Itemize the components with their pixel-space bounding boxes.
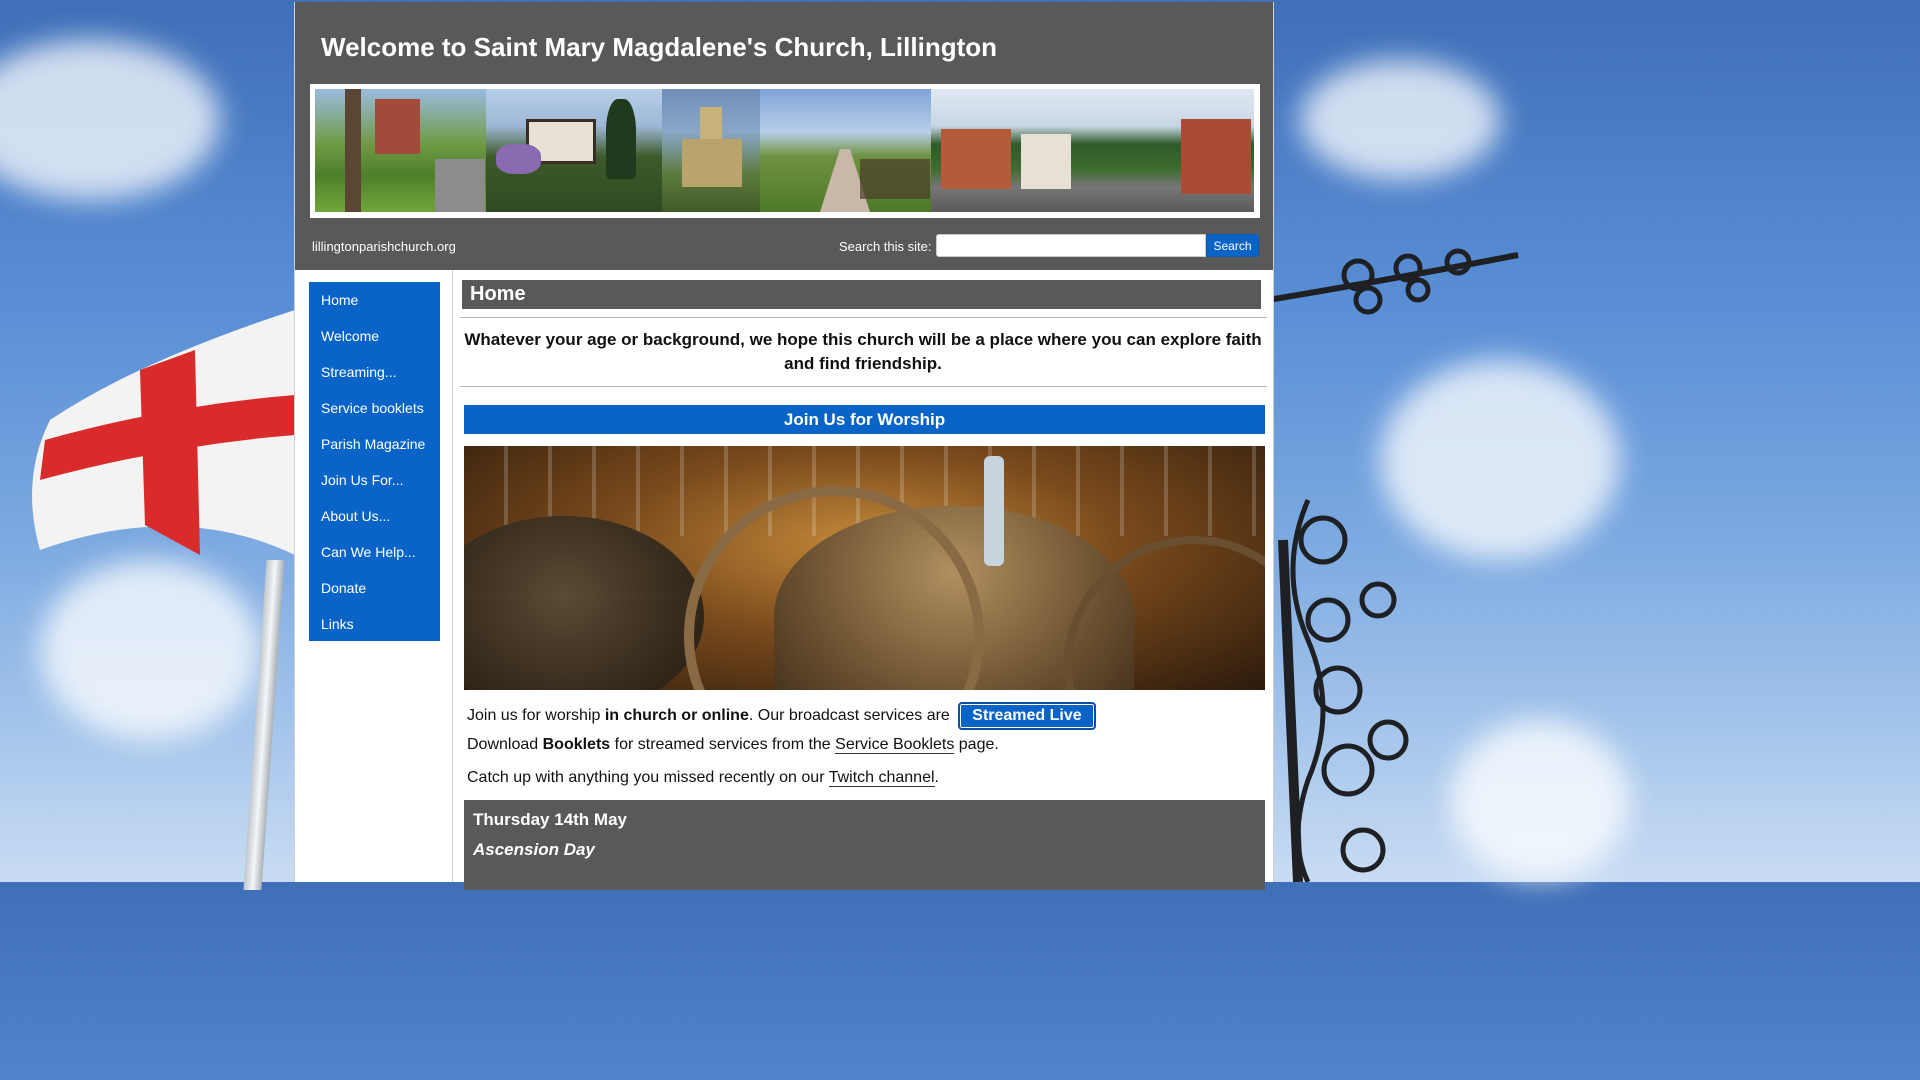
booklets-text-a: Download: [467, 736, 543, 753]
search-button[interactable]: Search: [1206, 234, 1259, 257]
twitch-paragraph: Catch up with anything you missed recent…: [467, 764, 1269, 792]
wrought-iron-decoration: [1268, 248, 1519, 882]
sidebar-item-links[interactable]: Links: [309, 606, 440, 642]
booklets-text-bold: Booklets: [542, 736, 611, 753]
site-header: Welcome to Saint Mary Magdalene's Church…: [295, 2, 1273, 270]
sidebar-item-service-booklets[interactable]: Service booklets: [309, 390, 440, 426]
sidebar-item-join-us-for[interactable]: Join Us For...: [309, 462, 440, 498]
event-card: Thursday 14th May Ascension Day: [464, 800, 1265, 890]
sidebar-nav: Home Welcome Streaming... Service bookle…: [309, 282, 440, 641]
event-date: Thursday 14th May: [473, 810, 627, 829]
st-george-flag-image: [32, 310, 295, 555]
booklets-text-d: page.: [954, 736, 999, 753]
search-label: Search this site:: [839, 239, 932, 254]
event-name: Ascension Day: [473, 840, 595, 859]
twitch-text-d: .: [934, 769, 939, 786]
banner-photo-cottage: [486, 89, 662, 212]
sidebar-item-welcome[interactable]: Welcome: [309, 318, 440, 354]
worship-text-c: . Our broadcast services are: [748, 707, 955, 724]
flagpole: [243, 560, 285, 890]
church-bells-image: [464, 446, 1265, 690]
intro-text: Whatever your age or background, we hope…: [464, 330, 1262, 373]
page-title: Home: [462, 280, 1261, 309]
banner-photo-park: [315, 89, 486, 212]
booklets-text-c: for streamed services from the: [610, 736, 836, 753]
twitch-text-a: Catch up with anything you missed recent…: [467, 769, 829, 786]
sidebar-item-home[interactable]: Home: [309, 282, 440, 318]
cloud: [40, 560, 260, 740]
worship-paragraph: Join us for worship in church or online.…: [467, 702, 1269, 730]
site-domain: lillingtonparishchurch.org: [312, 239, 456, 254]
banner-photo-church: [662, 89, 760, 212]
twitch-channel-link[interactable]: Twitch channel: [828, 769, 935, 787]
join-worship-heading: Join Us for Worship: [464, 405, 1265, 434]
streamed-live-button[interactable]: Streamed Live: [958, 702, 1096, 730]
booklets-paragraph: Download Booklets for streamed services …: [467, 731, 1269, 759]
divider: [460, 386, 1267, 387]
page-container: Welcome to Saint Mary Magdalene's Church…: [294, 2, 1274, 890]
sidebar-item-about-us[interactable]: About Us...: [309, 498, 440, 534]
sidebar-item-donate[interactable]: Donate: [309, 570, 440, 606]
service-booklets-link[interactable]: Service Booklets: [835, 736, 955, 754]
cloud: [0, 40, 220, 200]
site-title: Welcome to Saint Mary Magdalene's Church…: [321, 32, 998, 62]
cloud: [1300, 60, 1500, 180]
main-content: Home Whatever your age or background, we…: [459, 270, 1269, 890]
sidebar-item-streaming[interactable]: Streaming...: [309, 354, 440, 390]
column-divider: [452, 270, 453, 882]
banner-photo-street: [931, 89, 1254, 212]
sidebar-item-parish-magazine[interactable]: Parish Magazine: [309, 426, 440, 462]
banner-photo-path: [760, 89, 931, 212]
worship-text-bold: in church or online: [604, 707, 749, 724]
worship-text-a: Join us for worship: [467, 707, 605, 724]
search-input[interactable]: [936, 234, 1206, 257]
banner-image-strip: [310, 84, 1260, 218]
sidebar-item-can-we-help[interactable]: Can We Help...: [309, 534, 440, 570]
